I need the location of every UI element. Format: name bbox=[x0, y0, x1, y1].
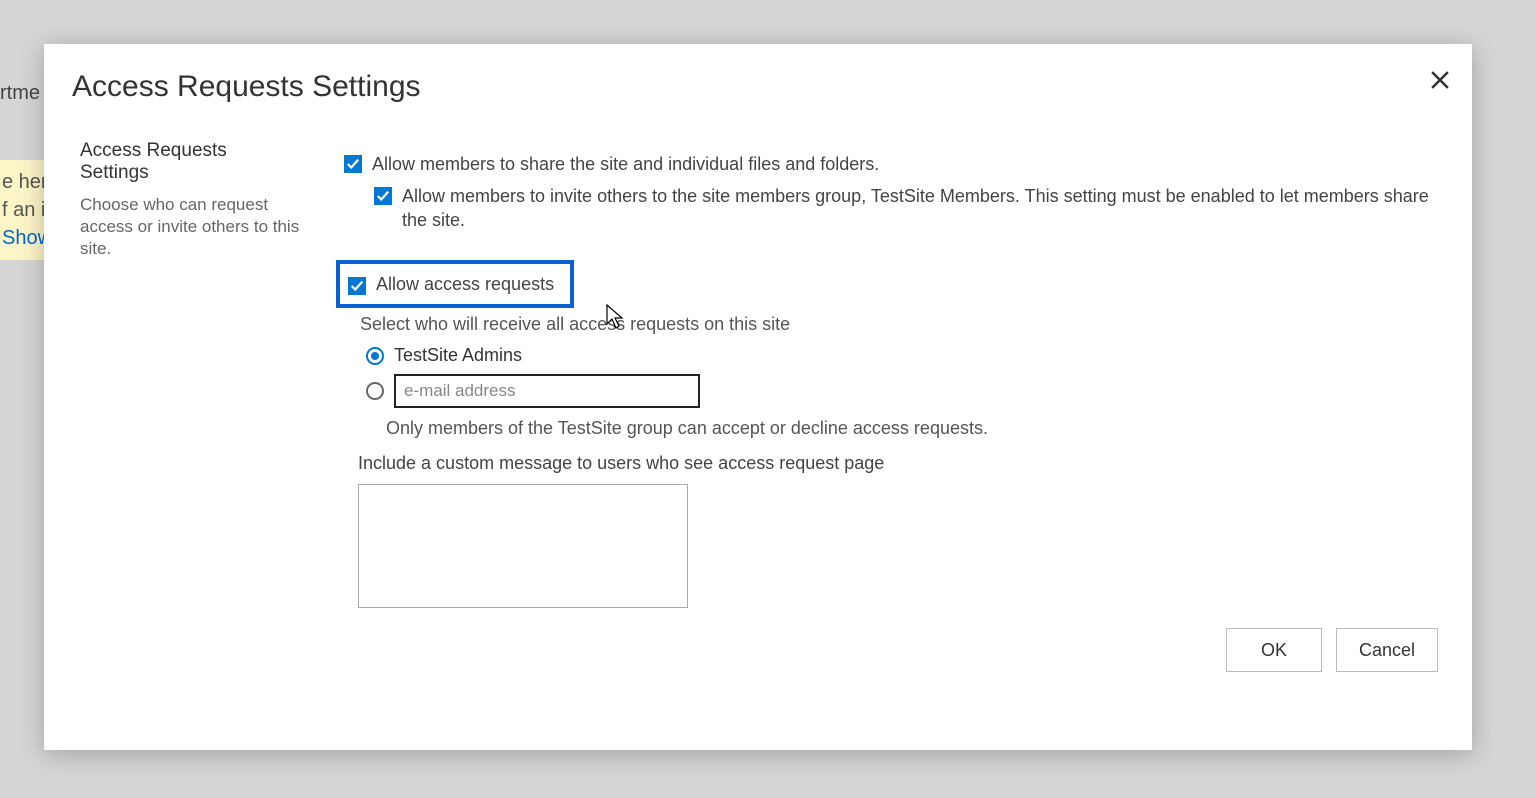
ok-button[interactable]: OK bbox=[1226, 628, 1322, 672]
section-heading: Access Requests Settings bbox=[80, 140, 300, 184]
check-icon bbox=[350, 279, 364, 293]
cancel-button[interactable]: Cancel bbox=[1336, 628, 1438, 672]
left-column: Access Requests Settings Choose who can … bbox=[80, 140, 300, 260]
checkbox-row-allow-share: Allow members to share the site and indi… bbox=[344, 152, 1439, 176]
allow-invite-checkbox[interactable] bbox=[374, 187, 392, 205]
dialog-buttons: OK Cancel bbox=[1226, 628, 1438, 672]
allow-invite-label: Allow members to invite others to the si… bbox=[402, 184, 1439, 232]
email-address-input[interactable] bbox=[394, 374, 700, 408]
section-description: Choose who can request access or invite … bbox=[80, 194, 300, 260]
radio-row-email bbox=[366, 374, 1439, 408]
right-column: Allow members to share the site and indi… bbox=[344, 152, 1439, 613]
allow-access-requests-highlight: Allow access requests bbox=[336, 260, 574, 308]
radio-email[interactable] bbox=[366, 382, 384, 400]
allow-share-label: Allow members to share the site and indi… bbox=[372, 152, 879, 176]
access-requests-dialog: Access Requests Settings Access Requests… bbox=[44, 44, 1472, 750]
radio-testsite-admins[interactable] bbox=[366, 347, 384, 365]
close-button[interactable] bbox=[1426, 66, 1454, 94]
group-note: Only members of the TestSite group can a… bbox=[386, 418, 1439, 439]
checkbox-row-allow-invite: Allow members to invite others to the si… bbox=[374, 184, 1439, 232]
bg-nav-fragment: rtme bbox=[0, 82, 40, 105]
custom-message-label: Include a custom message to users who se… bbox=[358, 453, 1439, 474]
dialog-title: Access Requests Settings bbox=[72, 70, 421, 104]
radio-row-admins: TestSite Admins bbox=[366, 345, 1439, 366]
check-icon bbox=[346, 157, 360, 171]
check-icon bbox=[376, 189, 390, 203]
custom-message-textarea[interactable] bbox=[358, 484, 688, 608]
close-icon bbox=[1431, 71, 1449, 89]
allow-access-requests-checkbox[interactable] bbox=[348, 277, 366, 295]
allow-share-checkbox[interactable] bbox=[344, 155, 362, 173]
radio-admins-label: TestSite Admins bbox=[394, 345, 522, 366]
bg-banner-fragment: e her f an it Show bbox=[0, 160, 48, 260]
allow-access-requests-label: Allow access requests bbox=[376, 272, 554, 296]
select-recipient-label: Select who will receive all access reque… bbox=[360, 314, 1439, 335]
